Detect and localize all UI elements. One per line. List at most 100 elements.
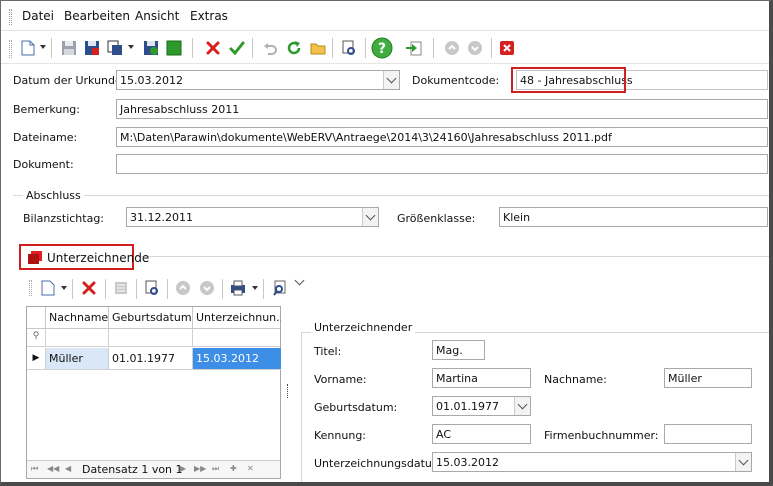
menu-bearbeiten[interactable]: Bearbeiten xyxy=(64,9,130,23)
export-icon[interactable] xyxy=(403,37,425,59)
dokument-field[interactable] xyxy=(116,154,768,174)
geburtsdatum-combobox[interactable]: 01.01.1977 xyxy=(432,396,531,416)
bemerkung-field[interactable]: Jahresabschluss 2011 xyxy=(116,99,768,119)
unterzeichnungsdatum-combobox[interactable]: 15.03.2012 xyxy=(432,452,752,472)
nav-next-icon[interactable]: ▶ xyxy=(180,464,186,473)
main-toolbar: ? xyxy=(1,32,769,64)
row-indicator-header xyxy=(27,307,46,329)
toolbar-separator xyxy=(252,38,253,58)
list-icon[interactable] xyxy=(110,277,132,299)
print-icon[interactable] xyxy=(227,277,249,299)
nav-prev-icon[interactable]: ◀ xyxy=(65,464,71,473)
print-dropdown-arrow[interactable] xyxy=(252,286,258,290)
menu-extras[interactable]: Extras xyxy=(190,9,228,23)
unterzeichnungsdatum-dropdown-button[interactable] xyxy=(735,453,751,471)
record-up-icon[interactable] xyxy=(172,277,194,299)
delete-icon[interactable] xyxy=(202,37,224,59)
datum-value: 15.03.2012 xyxy=(120,74,183,87)
menu-grip[interactable] xyxy=(9,9,12,25)
nav-last-icon[interactable]: ⏭ xyxy=(212,464,219,474)
toolbar-separator xyxy=(491,38,492,58)
new-document-icon[interactable] xyxy=(17,37,39,59)
toolbar-grip[interactable] xyxy=(29,280,32,296)
column-header-geburtsdatum[interactable]: Geburtsdatum xyxy=(109,307,193,329)
save-close-icon[interactable] xyxy=(81,37,103,59)
filter-cell-unterzeichnung[interactable] xyxy=(193,329,281,347)
save-as-icon[interactable] xyxy=(140,37,162,59)
datum-combobox[interactable]: 15.03.2012 xyxy=(116,70,400,90)
nav-prev-page-icon[interactable]: ◀◀ xyxy=(47,464,59,473)
toolbar-separator xyxy=(72,279,73,299)
toolbar-separator xyxy=(136,279,137,299)
record-down-icon[interactable] xyxy=(196,277,218,299)
geburtsdatum-label: Geburtsdatum: xyxy=(314,401,398,414)
geburtsdatum-dropdown-button[interactable] xyxy=(514,397,530,415)
dateiname-field[interactable]: M:\Daten\Parawin\dokumente\WebERV\Antrae… xyxy=(116,127,768,147)
cell-geburtsdatum[interactable]: 01.01.1977 xyxy=(109,348,193,370)
menu-ansicht[interactable]: Ansicht xyxy=(135,9,179,23)
toolbar-separator xyxy=(105,279,106,299)
grid-header: Nachname Geburtsdatum Unterzeichnun... xyxy=(27,307,281,329)
nav-cancel-icon[interactable]: ✕ xyxy=(247,464,254,473)
down-icon[interactable] xyxy=(464,37,486,59)
stop-icon[interactable] xyxy=(163,37,185,59)
toolbar-separator xyxy=(365,38,366,58)
grid-navigator: ⏮ ◀◀ ◀ Datensatz 1 von 1 ▶ ▶▶ ⏭ ✚ ✕ xyxy=(27,460,280,478)
toolbar-separator xyxy=(51,38,52,58)
nachname-value: Müller xyxy=(668,372,702,385)
svg-text:?: ? xyxy=(378,41,386,57)
record-preview-icon[interactable] xyxy=(141,277,163,299)
copy-dropdown-arrow[interactable] xyxy=(128,45,134,49)
table-row[interactable]: ▶ Müller 01.01.1977 15.03.2012 xyxy=(27,348,281,370)
help-icon[interactable]: ? xyxy=(371,37,393,59)
vorname-field[interactable]: Martina xyxy=(432,368,531,388)
column-header-nachname[interactable]: Nachname xyxy=(46,307,109,329)
cell-nachname[interactable]: Müller xyxy=(46,348,109,370)
titel-field[interactable]: Mag. xyxy=(432,340,485,360)
datum-dropdown-button[interactable] xyxy=(383,71,399,89)
preview-icon[interactable] xyxy=(338,37,360,59)
menu-datei[interactable]: Datei xyxy=(22,9,54,23)
save-icon[interactable] xyxy=(58,37,80,59)
refresh-icon[interactable] xyxy=(283,37,305,59)
nav-next-page-icon[interactable]: ▶▶ xyxy=(194,464,206,473)
splitter-handle[interactable] xyxy=(287,384,290,398)
toolbar-grip[interactable] xyxy=(9,40,12,58)
toolbar-separator xyxy=(222,279,223,299)
bilanzstichtag-combobox[interactable]: 31.12.2011 xyxy=(126,207,379,227)
chevron-down-icon xyxy=(365,210,376,220)
firmenbuchnummer-field[interactable] xyxy=(664,424,752,444)
delete-record-icon[interactable] xyxy=(78,277,100,299)
column-header-unterzeichnung[interactable]: Unterzeichnun... xyxy=(193,307,281,329)
nachname-field[interactable]: Müller xyxy=(664,368,752,388)
bilanzstichtag-value: 31.12.2011 xyxy=(130,211,193,224)
toolbar-overflow-chevron[interactable] xyxy=(294,275,305,286)
nav-add-icon[interactable]: ✚ xyxy=(230,464,237,473)
unterzeichnende-tab[interactable]: Unterzeichnende xyxy=(19,244,149,270)
copy-icon[interactable] xyxy=(104,37,126,59)
confirm-icon[interactable] xyxy=(226,37,248,59)
nav-first-icon[interactable]: ⏮ xyxy=(31,464,38,474)
filter-pin-icon: ⚲ xyxy=(27,329,46,347)
undo-icon[interactable] xyxy=(259,37,281,59)
new-dropdown-arrow[interactable] xyxy=(40,45,46,49)
firmenbuchnummer-label: Firmenbuchnummer: xyxy=(544,429,659,442)
filter-cell-geburtsdatum[interactable] xyxy=(109,329,193,347)
filter-cell-nachname[interactable] xyxy=(46,329,109,347)
up-icon[interactable] xyxy=(441,37,463,59)
open-folder-icon[interactable] xyxy=(307,37,329,59)
filter-row[interactable]: ⚲ xyxy=(27,329,280,347)
close-icon[interactable] xyxy=(496,37,518,59)
unterzeichnende-tab-label: Unterzeichnende xyxy=(47,251,150,265)
kennung-field[interactable]: AC xyxy=(432,424,531,444)
chevron-down-icon xyxy=(738,455,749,465)
bilanzstichtag-dropdown-button[interactable] xyxy=(362,208,378,226)
titel-label: Titel: xyxy=(314,345,342,358)
cell-unterzeichnung[interactable]: 15.03.2012 xyxy=(193,348,281,370)
application-window: Datei Bearbeiten Ansicht Extras ? Datum … xyxy=(0,0,773,486)
new-record-dropdown-arrow[interactable] xyxy=(61,286,67,290)
signers-toolbar xyxy=(26,275,326,300)
groessenklasse-field[interactable]: Klein xyxy=(499,207,768,227)
new-record-icon[interactable] xyxy=(37,277,59,299)
search-icon[interactable] xyxy=(269,277,291,299)
